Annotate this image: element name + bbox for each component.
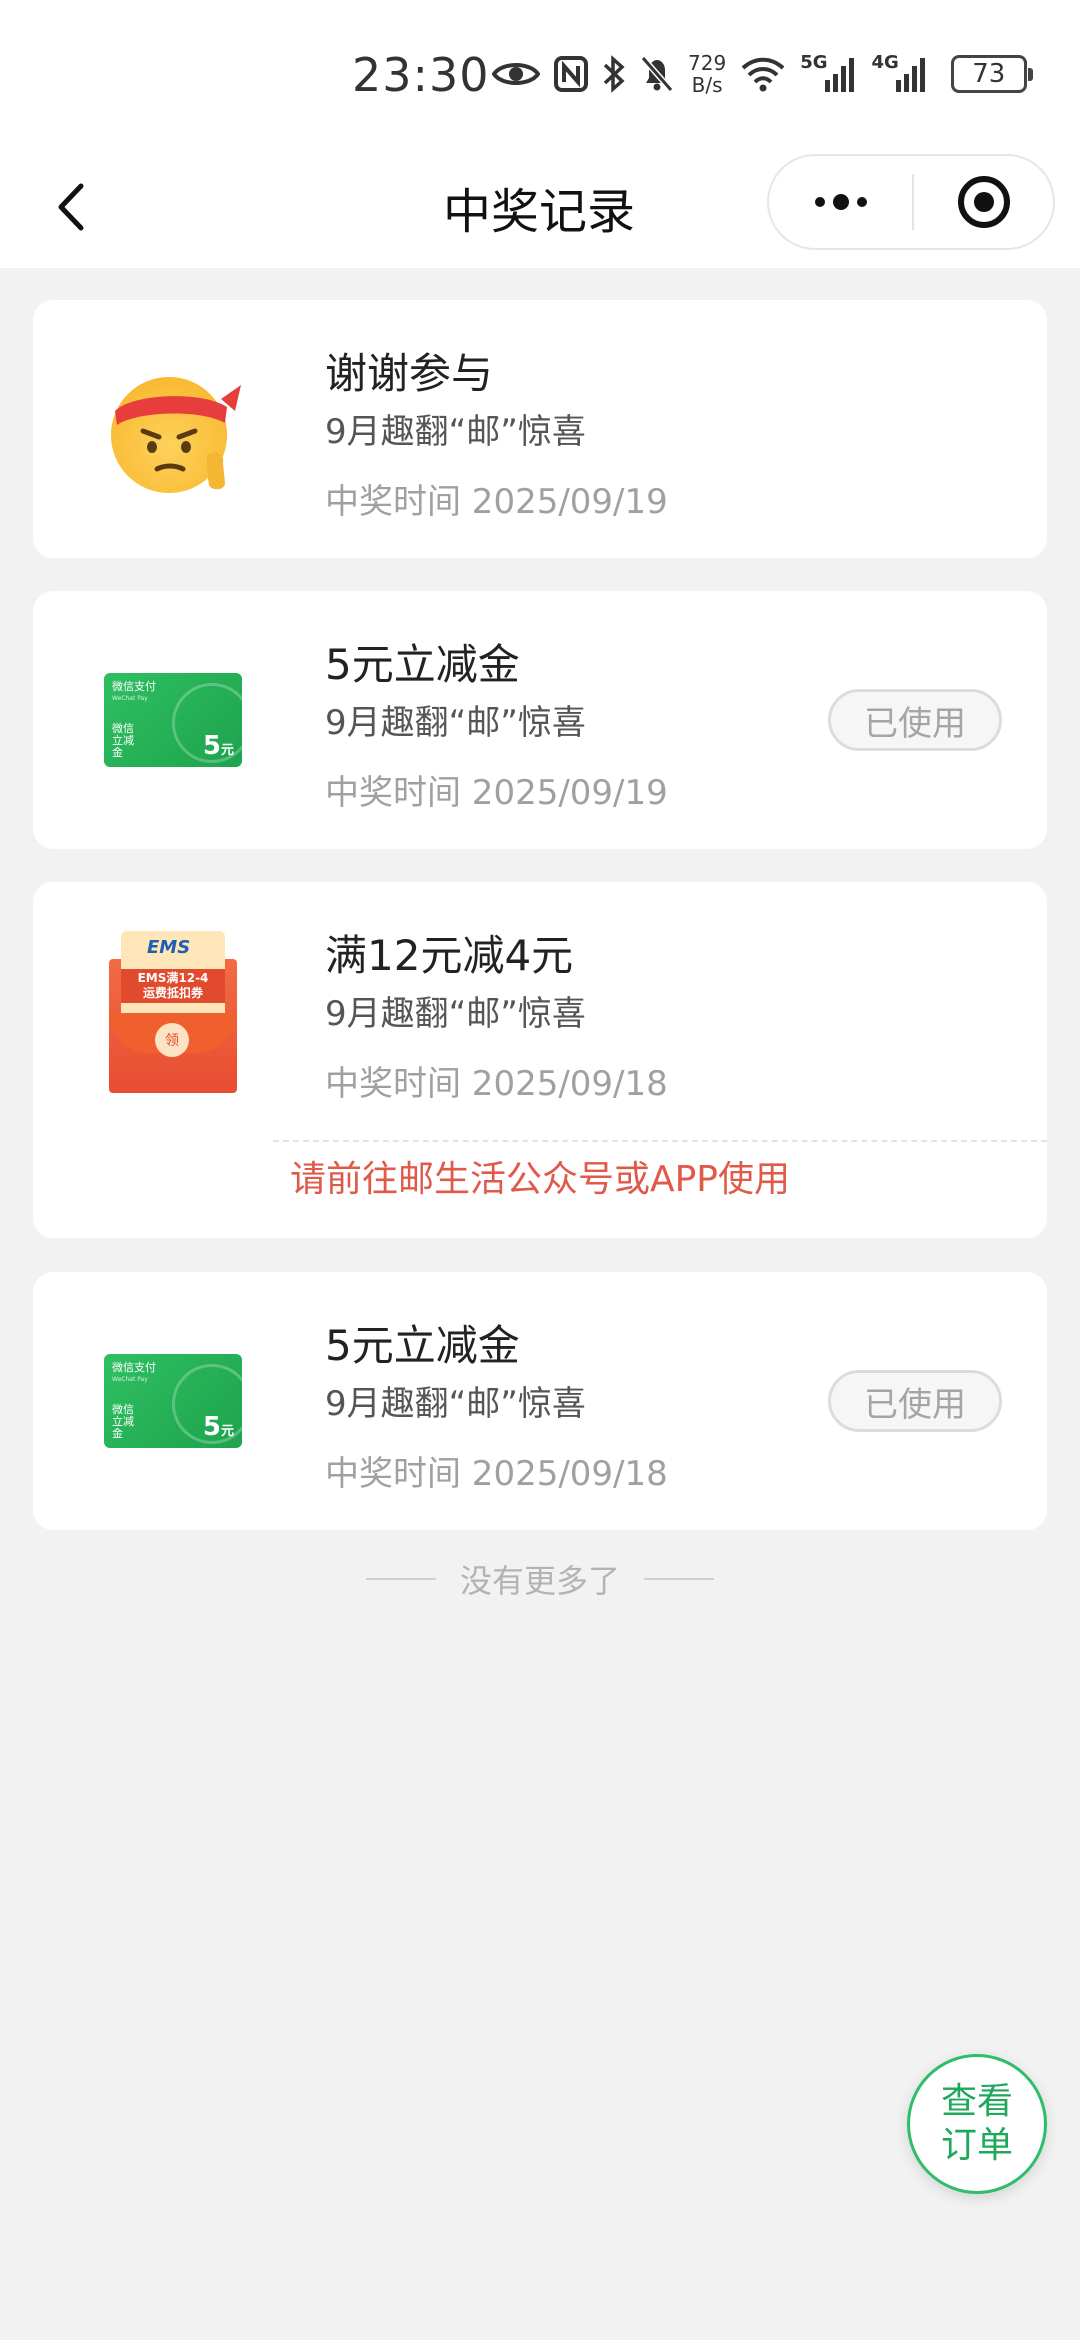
- usage-note[interactable]: 请前往邮生活公众号或APP使用: [33, 1150, 1047, 1202]
- wifi-icon: [740, 56, 786, 92]
- prize-campaign: 9月趣翻“邮”惊喜: [325, 412, 586, 452]
- wechat-coupon-graphic: 微信支付 WeChat Pay 微信立减金 5元: [104, 1354, 242, 1448]
- status-time: 23:30: [352, 48, 490, 102]
- envelope-label-line1: EMS满12-4: [137, 971, 209, 985]
- coupon-kind: 微信立减金: [112, 722, 134, 759]
- coupon-amount-value: 5: [202, 731, 221, 761]
- end-line-left: [365, 1578, 436, 1580]
- coupon-brand-text: 微信支付: [112, 1361, 156, 1374]
- prize-title: 满12元减4元: [325, 931, 574, 980]
- end-line-right: [644, 1578, 714, 1580]
- coupon-amount: 5元: [203, 1412, 234, 1442]
- coupon-amount: 5元: [203, 731, 234, 761]
- view-orders-button[interactable]: 查看订单: [907, 2054, 1047, 2194]
- mini-program-capsule: [767, 154, 1055, 250]
- ems-logo: EMS: [147, 937, 191, 958]
- nav-bar: 中奖记录: [0, 150, 1080, 268]
- close-miniprogram-button[interactable]: [914, 156, 1053, 248]
- coupon-brand: 微信支付 WeChat Pay: [112, 681, 156, 705]
- end-of-list: 没有更多了: [0, 1556, 1080, 1602]
- battery-level: 73: [972, 59, 1006, 89]
- net-type-5g: 5G: [800, 51, 828, 73]
- prize-time: 中奖时间 2025/09/18: [325, 1064, 668, 1104]
- view-orders-label: 查看订单: [940, 2081, 1013, 2166]
- signal-4g-icon: 4G: [872, 52, 929, 92]
- prize-title: 5元立减金: [325, 1321, 520, 1370]
- dashed-divider: [273, 1140, 1047, 1142]
- coupon-brand-text: 微信支付: [112, 680, 156, 693]
- signal-5g-icon: 5G: [800, 52, 857, 92]
- prize-record-card[interactable]: 微信支付 WeChat Pay 微信立减金 5元 5元立减金 9月趣翻“邮”惊喜 …: [33, 591, 1047, 849]
- coupon-brand: 微信支付 WeChat Pay: [112, 1362, 156, 1386]
- prize-record-card[interactable]: 微信支付 WeChat Pay 微信立减金 5元 5元立减金 9月趣翻“邮”惊喜 …: [33, 1272, 1047, 1530]
- prize-campaign: 9月趣翻“邮”惊喜: [325, 994, 586, 1034]
- ems-envelope-icon: EMS EMS满12-4 运费抵扣券 领: [103, 927, 243, 1097]
- prize-time: 中奖时间 2025/09/18: [325, 1454, 668, 1494]
- more-dot-icon: [814, 197, 825, 207]
- status-bar: 23:30 729 B/s 5G 4G 73: [0, 0, 1080, 150]
- battery-icon: 73: [950, 55, 1033, 93]
- wechat-coupon-graphic: 微信支付 WeChat Pay 微信立减金 5元: [104, 673, 242, 767]
- wechat-coupon-icon: 微信支付 WeChat Pay 微信立减金 5元: [103, 1331, 243, 1471]
- envelope-label-line2: 运费抵扣券: [142, 986, 203, 1000]
- net-type-4g: 4G: [871, 51, 899, 73]
- status-icons: 729 B/s 5G 4G 73: [492, 52, 1033, 96]
- coupon-amount-unit: 元: [220, 743, 234, 758]
- coupon-brand-en: WeChat Pay: [112, 695, 148, 702]
- prize-record-card[interactable]: 谢谢参与 9月趣翻“邮”惊喜 中奖时间 2025/09/19: [33, 300, 1047, 558]
- prize-title: 5元立减金: [325, 640, 520, 689]
- prize-campaign: 9月趣翻“邮”惊喜: [325, 1384, 586, 1424]
- ems-envelope-graphic: EMS EMS满12-4 运费抵扣券 领: [107, 929, 239, 1095]
- prize-record-card[interactable]: EMS EMS满12-4 运费抵扣券 领 满12元减4元 9月趣翻“邮”惊喜 中奖…: [33, 882, 1047, 1238]
- prize-time: 中奖时间 2025/09/19: [325, 773, 668, 813]
- coupon-amount-unit: 元: [220, 1424, 234, 1439]
- coupon-kind: 微信立减金: [112, 1403, 134, 1440]
- page-title-text: 中奖记录: [442, 184, 635, 240]
- more-dot-icon: [832, 194, 849, 210]
- emoji-face-icon: [103, 359, 243, 499]
- more-button[interactable]: [769, 156, 912, 248]
- net-speed-value: 729: [688, 51, 727, 75]
- envelope-label: EMS满12-4 运费抵扣券: [121, 969, 225, 1003]
- prize-campaign: 9月趣翻“邮”惊喜: [325, 703, 586, 743]
- coupon-brand-en: WeChat Pay: [112, 1376, 148, 1383]
- used-status-badge: 已使用: [828, 689, 1002, 751]
- target-close-icon: [957, 176, 1010, 228]
- envelope-seal: 领: [155, 1023, 189, 1057]
- net-speed-unit: B/s: [691, 73, 723, 97]
- prize-title: 谢谢参与: [325, 349, 494, 398]
- prize-time: 中奖时间 2025/09/19: [325, 482, 668, 522]
- more-dot-icon: [856, 197, 867, 207]
- nfc-icon: [554, 56, 588, 92]
- wechat-coupon-icon: 微信支付 WeChat Pay 微信立减金 5元: [103, 650, 243, 790]
- eye-icon: [492, 58, 540, 90]
- used-status-badge: 已使用: [828, 1370, 1002, 1432]
- bell-off-icon: [640, 55, 674, 93]
- net-speed: 729 B/s: [688, 52, 726, 96]
- end-of-list-text: 没有更多了: [459, 1562, 620, 1600]
- coupon-amount-value: 5: [202, 1412, 221, 1442]
- bluetooth-icon: [602, 55, 626, 93]
